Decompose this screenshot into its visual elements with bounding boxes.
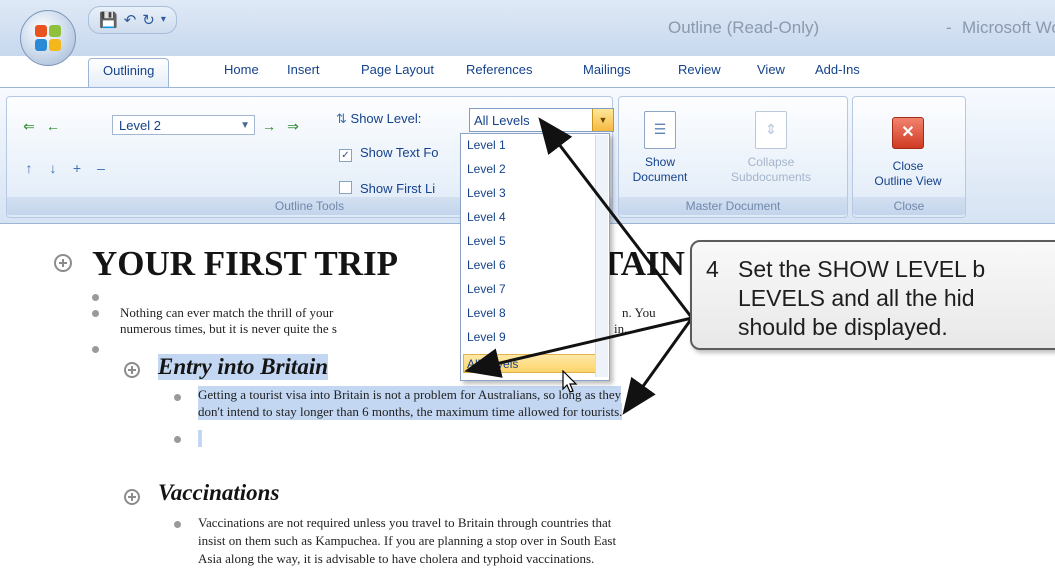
tab-mailings[interactable]: Mailings — [583, 62, 631, 77]
entry-line-2: don't intend to stay longer than 6 month… — [198, 403, 623, 420]
close-label: Close — [853, 197, 965, 215]
show-level-label: ⇅ Show Level: — [336, 111, 422, 126]
close-icon: ✕ — [892, 117, 924, 149]
outline-level-value: Level 2 — [119, 118, 161, 133]
document-title: Outline (Read-Only) — [668, 18, 820, 37]
ribbon-tabs: Outlining Home Insert Page Layout Refere… — [0, 58, 1055, 88]
option-level-5[interactable]: Level 5 — [467, 234, 506, 248]
tab-view[interactable]: View — [757, 62, 785, 77]
close-outline-view-button[interactable]: ✕ Close Outline View — [871, 115, 945, 189]
tab-page-layout[interactable]: Page Layout — [361, 62, 434, 77]
empty-paragraph-bullet — [92, 346, 99, 353]
title-separator: - — [946, 18, 952, 37]
vaccinations-line-3: Asia along the way, it is advisable to h… — [198, 551, 595, 566]
subheading-expand-icon[interactable] — [124, 489, 140, 505]
vaccinations-line-1: Vaccinations are not required unless you… — [198, 515, 612, 530]
option-level-1[interactable]: Level 1 — [467, 138, 506, 152]
mouse-pointer-icon — [562, 370, 578, 393]
subheading-expand-icon[interactable] — [124, 362, 140, 378]
instruction-callout: 4 Set the SHOW LEVEL b LEVELS and all th… — [690, 240, 1055, 350]
close-group: ✕ Close Outline View Close — [852, 96, 966, 218]
move-down-icon[interactable]: ↓ — [43, 159, 63, 177]
empty-paragraph-bullet — [174, 436, 181, 443]
tab-add-ins[interactable]: Add-Ins — [815, 62, 860, 77]
collapse-subdocuments-button[interactable]: ⇕ Collapse Subdocuments — [723, 111, 819, 185]
show-level-dropdown: Level 1 Level 2 Level 3 Level 4 Level 5 … — [460, 133, 610, 381]
option-level-9[interactable]: Level 9 — [467, 330, 506, 344]
show-document-button[interactable]: ☰ Show Document — [623, 111, 697, 185]
document-icon: ☰ — [644, 111, 676, 149]
vaccinations-line-2: insist on them such as Kampuchea. If you… — [198, 533, 617, 548]
office-logo-icon — [35, 25, 61, 51]
promote-to-heading-icon[interactable]: ⇐ — [19, 117, 39, 135]
demote-icon[interactable]: → — [259, 117, 279, 135]
heading-expand-icon[interactable] — [54, 254, 72, 272]
paragraph-bullet — [92, 310, 99, 317]
tab-insert[interactable]: Insert — [287, 62, 320, 77]
title-bar: 💾 ↶ ↻ ▾ Outline (Read-Only) - Microsoft … — [0, 0, 1055, 56]
expand-icon[interactable]: + — [67, 159, 87, 177]
paragraph-bullet — [174, 394, 181, 401]
move-up-icon[interactable]: ↑ — [19, 159, 39, 177]
step-number: 4 — [706, 256, 719, 282]
callout-line-1: Set the SHOW LEVEL b — [738, 256, 986, 282]
dropdown-scrollbar[interactable] — [595, 135, 608, 377]
option-level-6[interactable]: Level 6 — [467, 258, 506, 272]
subheading-vaccinations: Vaccinations — [158, 480, 280, 505]
office-button[interactable] — [20, 10, 76, 66]
option-level-8[interactable]: Level 8 — [467, 306, 506, 320]
collapse-icon[interactable]: – — [91, 159, 111, 177]
show-level-icon: ⇅ — [336, 111, 347, 126]
document-heading: YOUR FIRST TRIP — [92, 244, 398, 283]
show-text-formatting-checkbox[interactable]: ✓ Show Text Fo — [339, 145, 439, 162]
entry-line-1: Getting a tourist visa into Britain is n… — [198, 386, 622, 403]
intro-line-2-tail: in. — [614, 321, 628, 336]
app-name: Microsoft Word — [962, 18, 1055, 37]
intro-line-1: Nothing can ever match the thrill of you… — [120, 305, 334, 320]
tab-references[interactable]: References — [466, 62, 532, 77]
show-level-combo[interactable]: All Levels ▼ — [469, 108, 614, 132]
show-level-value: All Levels — [474, 113, 530, 128]
promote-icon[interactable]: ← — [43, 117, 63, 135]
word-window: 💾 ↶ ↻ ▾ Outline (Read-Only) - Microsoft … — [0, 0, 1055, 581]
show-first-line-checkbox[interactable]: Show First Li — [339, 181, 435, 196]
outline-level-combo[interactable]: Level 2 ▼ — [112, 115, 255, 135]
master-document-group: ☰ Show Document ⇕ Collapse Subdocuments … — [618, 96, 848, 218]
demote-to-body-icon[interactable]: ⇒ — [283, 117, 303, 135]
tab-outlining[interactable]: Outlining — [88, 58, 170, 88]
option-level-4[interactable]: Level 4 — [467, 210, 506, 224]
collapse-document-icon: ⇕ — [755, 111, 787, 149]
chevron-down-icon: ▼ — [240, 120, 250, 131]
intro-line-2: numerous times, but it is never quite th… — [120, 321, 337, 336]
checkmark-icon: ✓ — [339, 149, 352, 162]
tab-home[interactable]: Home — [224, 62, 259, 77]
text-cursor-selection — [198, 430, 202, 447]
option-level-2[interactable]: Level 2 — [467, 162, 506, 176]
intro-line-1-tail: n. You — [622, 305, 656, 320]
option-level-7[interactable]: Level 7 — [467, 282, 506, 296]
tab-review[interactable]: Review — [678, 62, 721, 77]
show-level-dropdown-button[interactable]: ▼ — [592, 109, 613, 131]
paragraph-bullet — [174, 521, 181, 528]
master-document-label: Master Document — [619, 197, 847, 215]
callout-line-2: LEVELS and all the hid — [738, 285, 975, 311]
option-level-3[interactable]: Level 3 — [467, 186, 506, 200]
empty-paragraph-bullet — [92, 294, 99, 301]
subheading-entry: Entry into Britain — [158, 354, 329, 380]
callout-line-3: should be displayed. — [738, 314, 948, 340]
document-heading-tail: TAIN — [600, 244, 685, 283]
